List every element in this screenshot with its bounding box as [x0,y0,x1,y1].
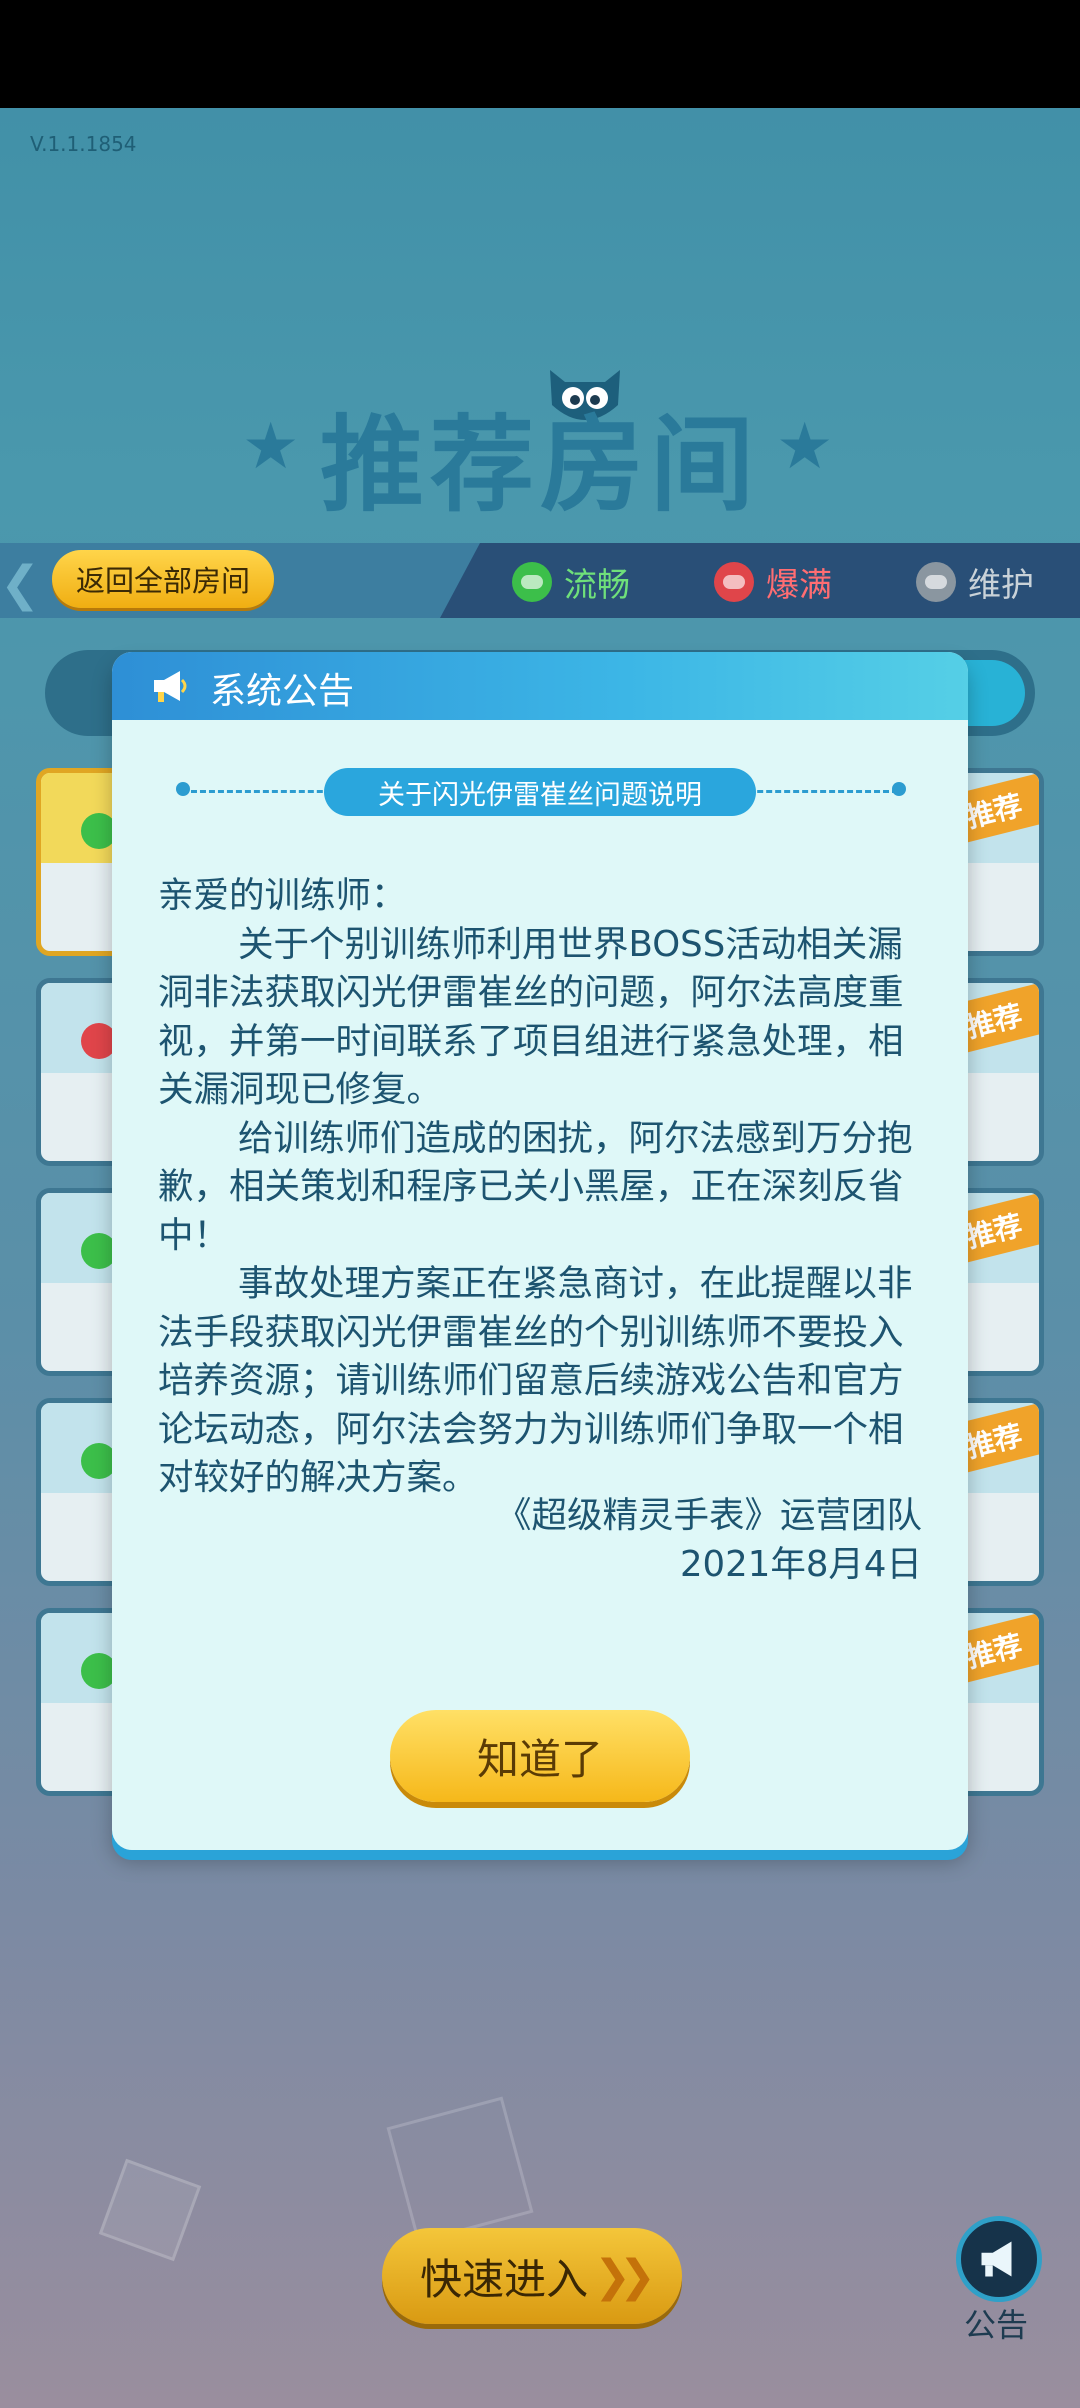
version-label: V.1.1.1854 [30,132,137,156]
dialog-header: 系统公告 [112,652,968,720]
legend-label: 流畅 [564,565,630,604]
pig-gray-icon [916,562,956,602]
page-title: 推荐房间 [319,404,760,526]
legend-label: 爆满 [766,565,832,604]
status-bar [0,0,1080,108]
notice-subtitle: 关于闪光伊雷崔丝问题说明 [324,768,756,816]
megaphone-icon [154,671,187,702]
quick-enter-button[interactable]: 快速进入 ❯❯ [382,2228,682,2324]
megaphone-icon [981,2241,1012,2277]
notice-signature: 《超级精灵手表》运营团队 [495,1495,922,1536]
notice-paragraph: 给训练师们造成的困扰，阿尔法感到万分抱歉，相关策划和程序已关小黑屋，正在深刻反省… [158,1117,913,1256]
double-arrow-icon: ❯❯ [594,2250,656,2302]
divider-end-icon [176,782,190,796]
legend-maintenance: 维护 [916,558,1034,606]
legend-label: 维护 [968,565,1034,604]
notice-date: 2021年8月4日 [679,1543,922,1585]
legend-smooth: 流畅 [512,558,630,606]
quick-enter-label: 快速进入 [420,2254,589,2304]
notice-body: 亲爱的训练师： 关于个别训练师利用世界BOSS活动相关漏洞非法获取闪光伊雷崔丝的… [158,872,938,1503]
notice-button-label: 公告 [964,2306,1029,2344]
pig-green-icon [512,562,552,602]
back-chevron-icon: ❮ [0,556,41,612]
system-notice-dialog: 系统公告 关于闪光伊雷崔丝问题说明 亲爱的训练师： 关于个别训练师利用世界BOS… [112,652,968,1850]
back-to-all-rooms-button[interactable]: 返回全部房间 [52,550,274,608]
legend-full: 爆满 [714,558,832,606]
divider-end-icon [892,782,906,796]
background-decoration [386,2096,534,2244]
background-decoration [98,2158,202,2262]
page-title-banner: ★ ★ 推荐房间 [0,360,1080,526]
notice-button[interactable] [956,2216,1042,2302]
notice-greeting: 亲爱的训练师： [158,875,407,916]
notice-paragraph: 关于个别训练师利用世界BOSS活动相关漏洞非法获取闪光伊雷崔丝的问题，阿尔法高度… [158,923,904,1111]
acknowledge-button[interactable]: 知道了 [390,1710,690,1802]
pig-red-icon [714,562,754,602]
dialog-title: 系统公告 [210,671,355,712]
notice-paragraph: 事故处理方案正在紧急商讨，在此提醒以非法手段获取闪光伊雷崔丝的个别训练师不要投入… [158,1263,913,1498]
notice-signature-block: 《超级精灵手表》运营团队 2021年8月4日 [496,1492,922,1589]
